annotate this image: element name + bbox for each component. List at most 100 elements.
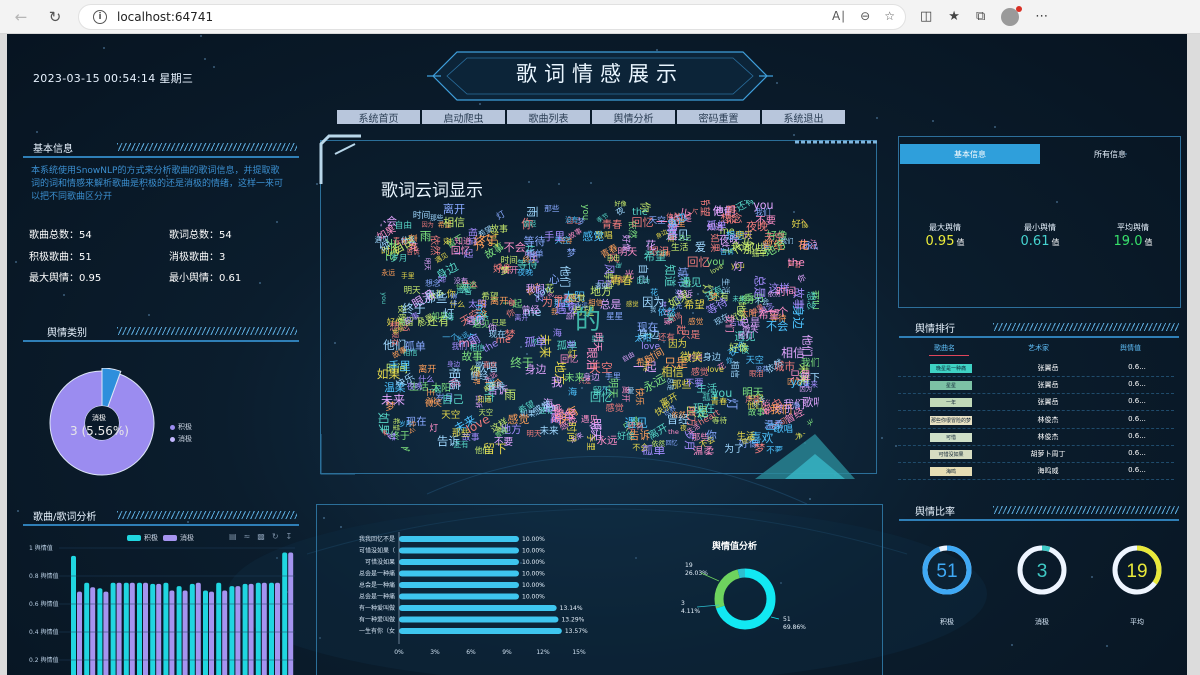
cloud-word[interactable]: 星星 <box>606 313 623 322</box>
table-row[interactable]: 可惜 林俊杰 0.6... <box>898 429 1174 446</box>
cloud-word[interactable]: 梦 <box>500 268 509 277</box>
table-row[interactable]: 一年 张翼岳 0.6... <box>898 394 1174 412</box>
sentiment-pie-chart[interactable] <box>47 368 157 478</box>
cloud-word[interactable]: 手里 <box>544 232 565 243</box>
cloud-word[interactable]: 回忆 <box>534 286 544 303</box>
cloud-word[interactable]: 海 <box>553 329 562 338</box>
cloud-word[interactable]: 等待 <box>524 236 546 248</box>
address-bar[interactable]: i localhost:64741 A∣ ⊖ ☆ <box>78 3 906 30</box>
cloud-word[interactable]: 天空 <box>589 363 613 375</box>
tab-all-info[interactable]: 所有信息 <box>1040 144 1180 164</box>
cloud-word[interactable]: 雨 <box>525 206 539 217</box>
menu-sentiment[interactable]: 舆情分析 <box>592 110 675 125</box>
favorites-icon[interactable]: ★ <box>948 9 960 24</box>
cloud-word[interactable]: 未来 <box>381 394 405 407</box>
cloud-word[interactable]: 那些 <box>452 429 470 439</box>
cloud-word[interactable]: 不会 <box>766 321 788 332</box>
cloud-word[interactable]: 知道 <box>663 264 676 287</box>
cloud-word[interactable]: 自己 <box>679 236 692 243</box>
collections-icon[interactable]: ⧉ <box>976 9 985 24</box>
cloud-word[interactable]: 我 <box>566 340 576 348</box>
cloud-word[interactable]: 回忆 <box>632 217 654 229</box>
cloud-word[interactable]: 离开 <box>658 391 680 410</box>
cloud-word[interactable]: 微笑 <box>742 325 758 333</box>
cloud-word[interactable]: 一起 <box>428 387 441 394</box>
cloud-word[interactable]: 那些 <box>544 205 559 213</box>
read-aloud-icon[interactable]: A∣ <box>832 9 846 23</box>
cloud-word[interactable]: 不会 <box>504 241 526 252</box>
cloud-word[interactable]: 依然 <box>764 358 785 376</box>
cloud-word[interactable]: 感觉 <box>605 403 623 412</box>
cloud-word[interactable]: 遇见 <box>466 317 485 327</box>
cloud-word[interactable]: 还有 <box>453 441 468 449</box>
cloud-word[interactable]: 我们 <box>452 343 467 351</box>
cloud-word[interactable]: 依然 <box>652 441 665 448</box>
profile-icon[interactable] <box>1001 5 1023 26</box>
cloud-word[interactable]: 世界 <box>472 370 481 385</box>
cloud-word[interactable]: the <box>668 428 679 436</box>
cloud-word[interactable]: 等待 <box>712 417 727 425</box>
cloud-word[interactable]: 回忆 <box>451 246 470 257</box>
cloud-word[interactable]: 还有 <box>658 333 675 342</box>
cloud-word[interactable]: 梦 <box>754 443 765 454</box>
cloud-word[interactable]: 什么 <box>408 421 416 435</box>
cloud-word[interactable]: 歌唱 <box>802 397 819 408</box>
cloud-word[interactable]: 雨 <box>509 300 515 307</box>
line-chart-icon[interactable]: ≈ <box>244 532 251 541</box>
cloud-word[interactable]: you <box>581 204 591 220</box>
info-icon[interactable]: i <box>93 9 107 24</box>
cloud-word[interactable]: 孤单 <box>524 336 546 347</box>
favorite-add-icon[interactable]: ☆ <box>884 9 895 23</box>
cloud-word[interactable]: 喜欢 <box>483 360 497 367</box>
cloud-word[interactable]: 感觉 <box>582 231 604 243</box>
cloud-word[interactable]: 时间 <box>500 256 517 266</box>
cloud-word[interactable]: 灯 <box>495 210 507 223</box>
cloud-word[interactable]: 岁月 <box>390 255 407 264</box>
cloud-word[interactable]: 未来 <box>539 427 558 437</box>
cloud-word[interactable]: 青春 <box>602 220 623 231</box>
table-row[interactable]: 可惜没如果 胡萝卜周丁 0.6... <box>898 446 1174 463</box>
cloud-word[interactable]: 希望 <box>684 299 705 310</box>
tab-basic-info[interactable]: 基本信息 <box>900 144 1040 164</box>
cloud-word[interactable]: 他们 <box>558 265 571 287</box>
cloud-word[interactable]: 青春 <box>611 275 633 286</box>
cloud-word[interactable]: 夜晚 <box>488 383 505 392</box>
cloud-word[interactable]: 不要 <box>685 378 704 388</box>
back-icon[interactable]: ← <box>8 4 34 30</box>
cloud-word[interactable]: 因为 <box>642 296 664 307</box>
cloud-word[interactable]: 未来 <box>565 373 585 384</box>
cloud-word[interactable]: me <box>723 248 733 255</box>
cloud-word[interactable]: 总是 <box>666 377 674 390</box>
cloud-word[interactable]: 风 <box>602 264 615 275</box>
cloud-word[interactable]: 花 <box>645 240 656 252</box>
cloud-word[interactable]: 依然 <box>658 308 676 318</box>
refresh-icon[interactable]: ↻ <box>42 4 68 30</box>
cloud-word[interactable]: 离开 <box>418 366 436 375</box>
cloud-word[interactable]: 明天 <box>736 232 753 241</box>
cloud-word[interactable]: 声音 <box>456 287 472 296</box>
cloud-word[interactable]: 总是 <box>600 299 621 311</box>
cloud-word[interactable]: 梦 <box>567 248 576 257</box>
cloud-word[interactable]: 生活 <box>671 243 689 253</box>
cloud-word[interactable]: 什么 <box>401 237 417 245</box>
cloud-word[interactable]: 你 <box>639 202 652 213</box>
cloud-word[interactable]: 告诉 <box>676 289 693 298</box>
cloud-word[interactable]: 永远 <box>381 269 395 277</box>
bar-chart-icon[interactable]: ▩ <box>257 532 265 541</box>
cloud-word[interactable]: 歌唱 <box>774 425 793 435</box>
cloud-word[interactable]: 海 <box>568 388 577 398</box>
cloud-word[interactable]: 感觉 <box>568 294 585 304</box>
more-icon[interactable]: ⋯ <box>1035 9 1048 24</box>
cloud-word[interactable]: 时间 <box>413 212 431 221</box>
cloud-word[interactable]: 花 <box>410 244 419 253</box>
cloud-word[interactable]: 灯 <box>733 262 743 273</box>
cloud-word[interactable]: 终于 <box>510 357 533 370</box>
menu-crawler[interactable]: 启动爬虫 <box>422 110 505 125</box>
cloud-word[interactable]: you <box>380 292 388 304</box>
menu-song-list[interactable]: 歌曲列表 <box>507 110 590 125</box>
cloud-word[interactable]: 想念 <box>805 292 816 311</box>
cloud-word[interactable]: 好像 <box>622 235 632 252</box>
cloud-word[interactable]: 终于 <box>402 303 425 316</box>
cloud-word[interactable]: 遇见 <box>595 284 608 291</box>
cloud-word[interactable]: 孤单 <box>706 221 726 232</box>
